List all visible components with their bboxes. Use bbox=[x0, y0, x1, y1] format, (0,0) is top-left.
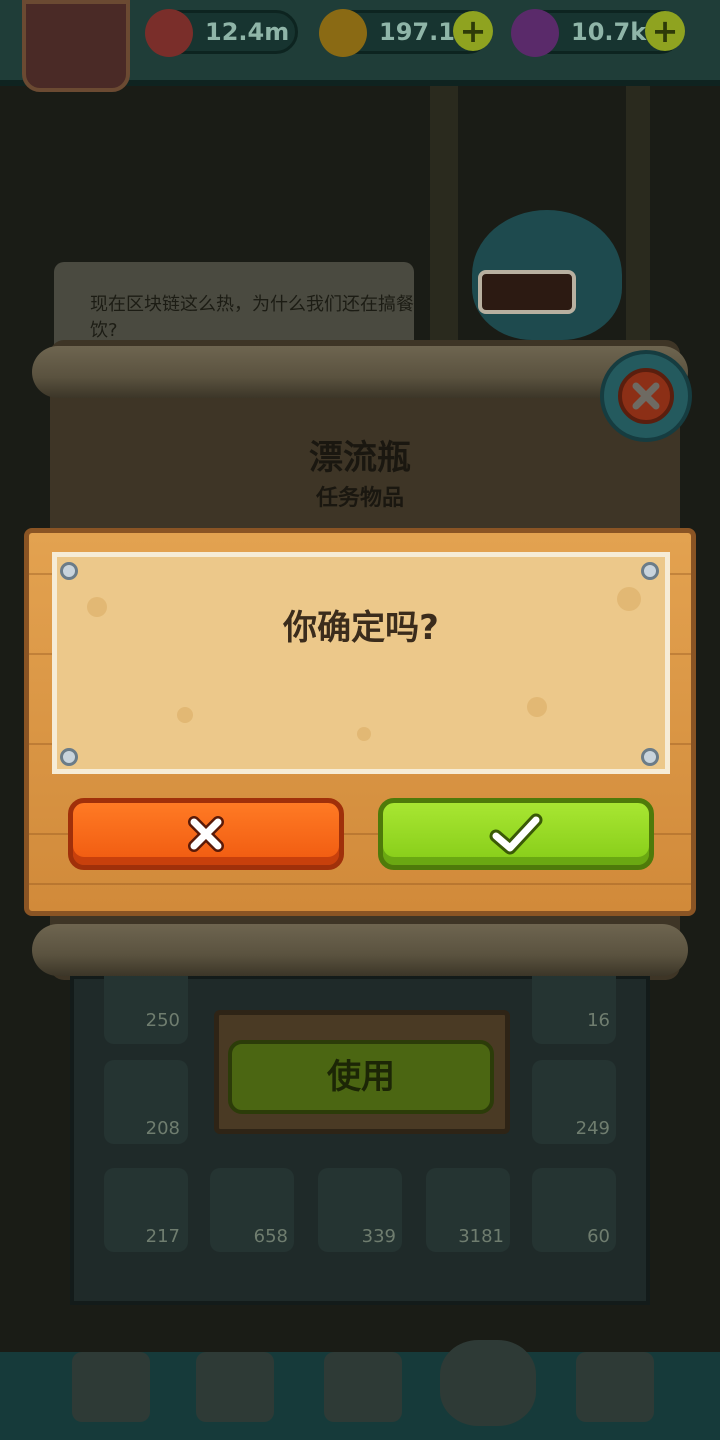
rivet bbox=[60, 562, 78, 580]
rivet bbox=[60, 748, 78, 766]
checkmark-icon bbox=[489, 813, 543, 855]
confirm-question: 你确定吗? bbox=[283, 608, 439, 648]
confirm-button[interactable] bbox=[378, 798, 654, 870]
close-button[interactable] bbox=[600, 350, 692, 442]
x-icon bbox=[188, 816, 224, 852]
parchment-panel bbox=[52, 552, 670, 774]
rivet bbox=[641, 562, 659, 580]
close-icon bbox=[618, 368, 674, 424]
rivet bbox=[641, 748, 659, 766]
cancel-button[interactable] bbox=[68, 798, 344, 870]
